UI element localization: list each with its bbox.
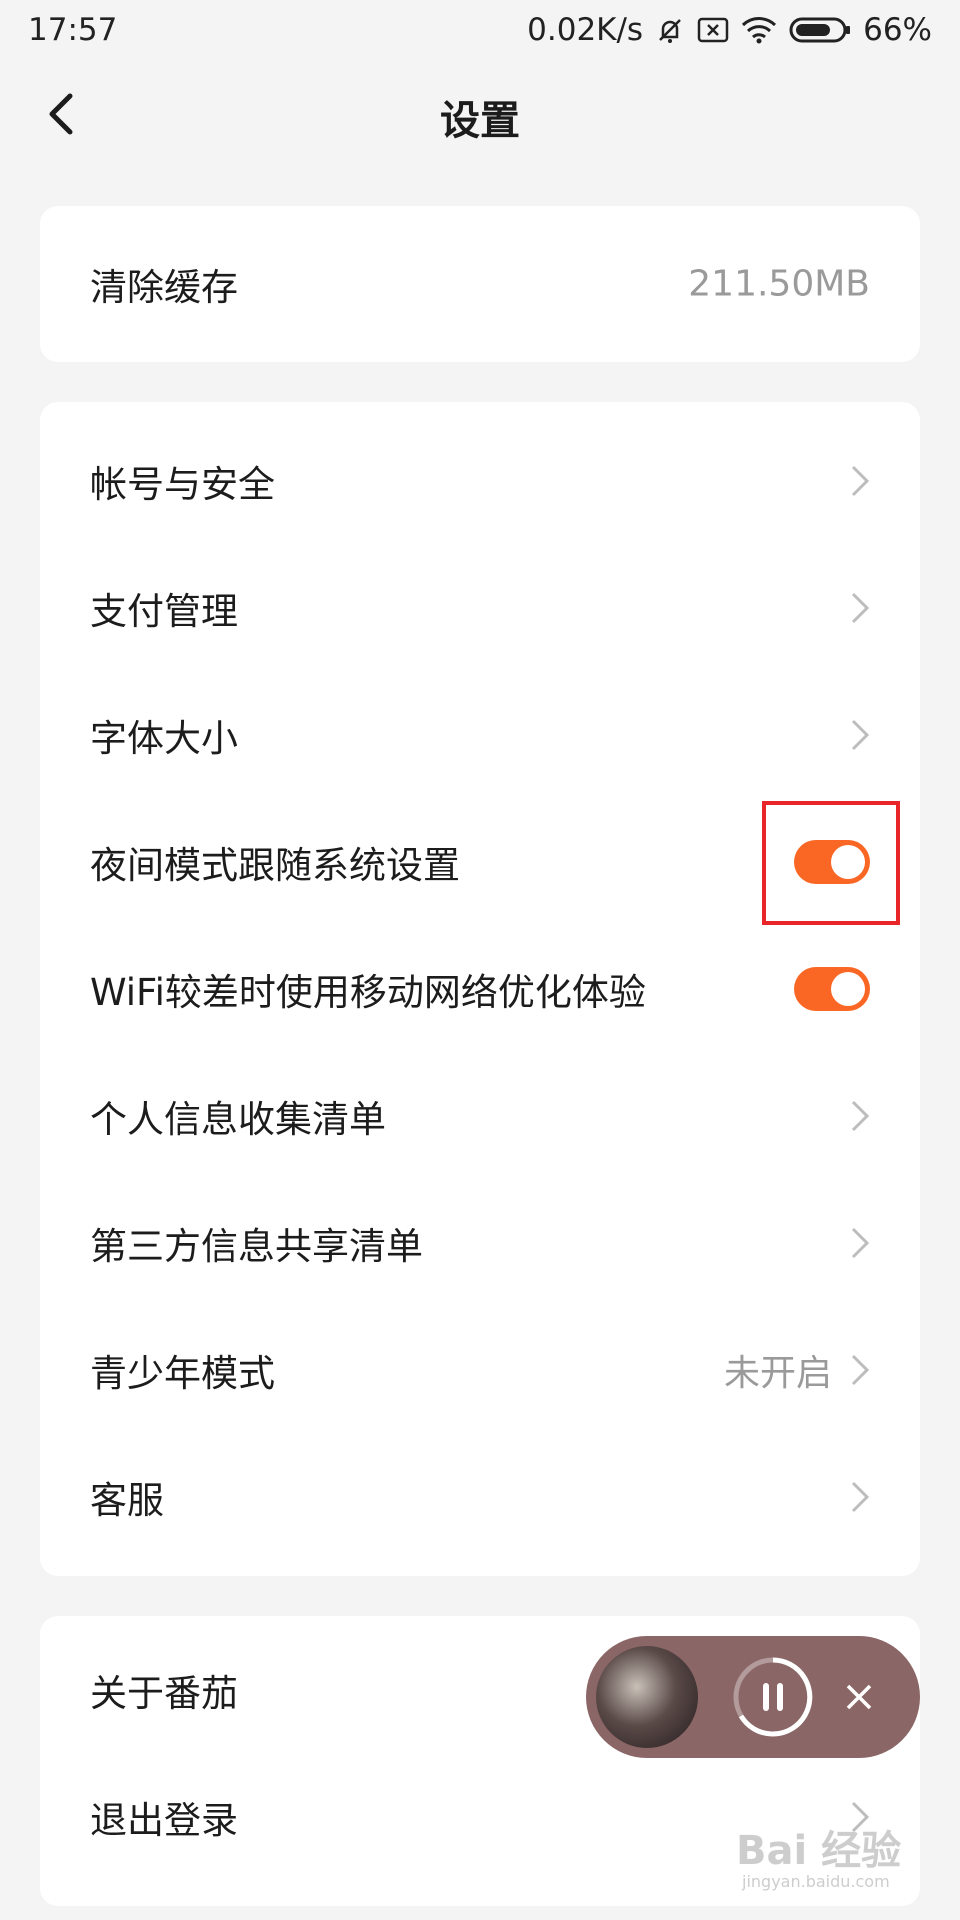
row-label: 第三方信息共享清单	[90, 1224, 423, 1268]
floating-audio-player[interactable]	[586, 1636, 920, 1758]
chevron-right-icon	[851, 1100, 870, 1131]
wifi-icon	[741, 16, 777, 44]
row-label: 个人信息收集清单	[90, 1097, 386, 1141]
chevron-right-icon	[851, 1354, 870, 1385]
watermark-url: jingyan.baidu.com	[742, 1872, 890, 1891]
audiobook-cover-image[interactable]	[596, 1646, 698, 1748]
battery-icon	[789, 16, 851, 44]
watermark-text: Bai 经验	[736, 1828, 902, 1874]
pause-button[interactable]	[732, 1656, 814, 1738]
row-label: 帐号与安全	[90, 462, 275, 506]
battery-level: 66%	[863, 12, 932, 48]
page-title: 设置	[440, 98, 520, 144]
chevron-right-icon	[851, 465, 870, 496]
settings-row-customer-service[interactable]: 客服	[40, 1433, 920, 1560]
baidu-jingyan-watermark: Bai 经验 jingyan.baidu.com	[736, 1810, 936, 1910]
row-label: 退出登录	[90, 1798, 238, 1842]
settings-card: 帐号与安全 支付管理 字体大小 夜间模式跟随系统设置 WiFi较差时使用移动网络…	[40, 402, 920, 1576]
clear-cache-row[interactable]: 清除缓存 211.50MB	[40, 206, 920, 362]
teen-mode-status: 未开启	[723, 1352, 832, 1394]
status-time: 17:57	[28, 12, 118, 48]
status-bar: 17:57 0.02K/s 66%	[0, 0, 960, 60]
settings-row-wifi-optimize: WiFi较差时使用移动网络优化体验	[40, 925, 920, 1052]
clear-cache-label: 清除缓存	[90, 266, 238, 309]
row-label: 支付管理	[90, 589, 238, 633]
highlight-annotation	[762, 801, 900, 925]
mute-bell-icon	[655, 15, 685, 45]
chevron-right-icon	[851, 1481, 870, 1512]
row-label: 客服	[90, 1478, 164, 1522]
settings-row-teen-mode[interactable]: 青少年模式 未开启	[40, 1306, 920, 1433]
settings-row-payment[interactable]: 支付管理	[40, 544, 920, 671]
chevron-right-icon	[851, 592, 870, 623]
row-label: WiFi较差时使用移动网络优化体验	[90, 970, 646, 1014]
row-label: 青少年模式	[90, 1351, 275, 1395]
cache-card: 清除缓存 211.50MB	[40, 206, 920, 362]
cache-size: 211.50MB	[688, 263, 870, 305]
row-label: 字体大小	[90, 716, 238, 760]
chevron-right-icon	[851, 1227, 870, 1258]
row-label: 关于番茄	[90, 1671, 238, 1715]
row-label: 夜间模式跟随系统设置	[90, 843, 460, 887]
settings-row-third-party[interactable]: 第三方信息共享清单	[40, 1179, 920, 1306]
pause-icon	[733, 1657, 813, 1737]
settings-row-font-size[interactable]: 字体大小	[40, 671, 920, 798]
wifi-optimize-toggle[interactable]	[794, 966, 870, 1011]
close-player-button[interactable]	[832, 1670, 886, 1724]
sim-x-icon	[697, 17, 729, 43]
settings-row-account-security[interactable]: 帐号与安全	[40, 417, 920, 544]
settings-row-personal-info[interactable]: 个人信息收集清单	[40, 1052, 920, 1179]
toggle-knob	[831, 971, 865, 1006]
chevron-right-icon	[851, 719, 870, 750]
network-speed: 0.02K/s	[527, 12, 644, 48]
status-icons: 0.02K/s 66%	[527, 12, 932, 48]
close-icon	[846, 1684, 872, 1710]
nav-bar: 设置	[0, 60, 960, 170]
